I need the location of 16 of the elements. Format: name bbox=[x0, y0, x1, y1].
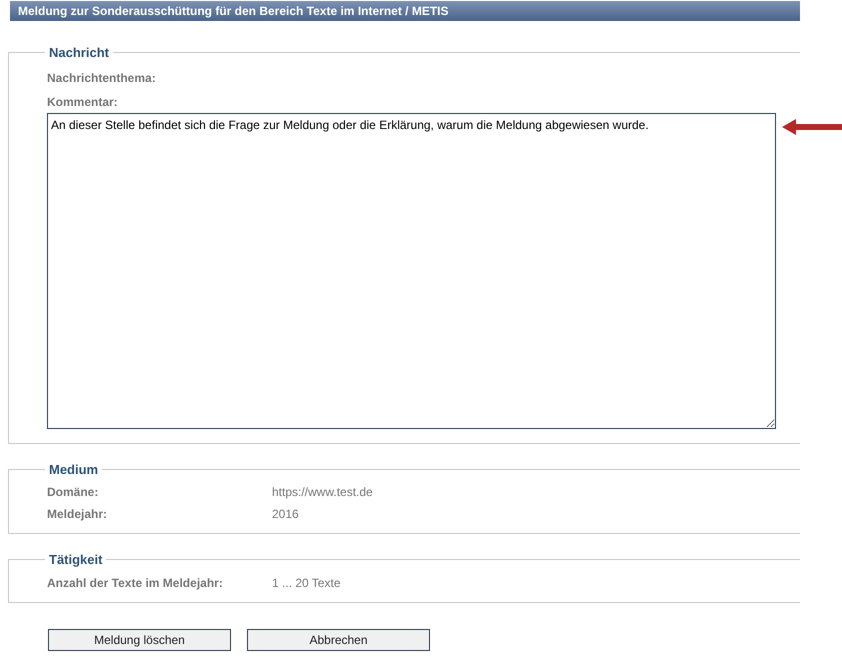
field-label: Meldejahr: bbox=[47, 506, 108, 523]
section-legend: Tätigkeit bbox=[45, 550, 106, 570]
field-value: 1 ... 20 Texte bbox=[272, 574, 340, 592]
field-label: Anzahl der Texte im Meldejahr: bbox=[47, 574, 224, 592]
section-legend: Nachricht bbox=[45, 43, 113, 62]
field-value: https://www.test.de bbox=[272, 484, 373, 501]
field-label: Nachrichtenthema: bbox=[47, 70, 156, 86]
arrow-icon bbox=[782, 118, 842, 134]
field-label: Kommentar: bbox=[47, 94, 118, 110]
section-legend: Medium bbox=[45, 460, 102, 479]
action-button[interactable]: Meldung löschen bbox=[48, 628, 231, 650]
field-label: Domäne: bbox=[47, 484, 100, 501]
field-value: 2016 bbox=[272, 506, 299, 523]
action-button[interactable]: Abbrechen bbox=[247, 628, 430, 650]
window-title: Meldung zur Sonderausschüttung für den Bereich Texte im Internet / METIS bbox=[10, 1, 800, 21]
comment-textarea[interactable]: An dieser Stelle befindet sich die Frage zur Meldung oder die Erklärung, warum die Meldung abgewiesen wurde. bbox=[47, 112, 776, 428]
